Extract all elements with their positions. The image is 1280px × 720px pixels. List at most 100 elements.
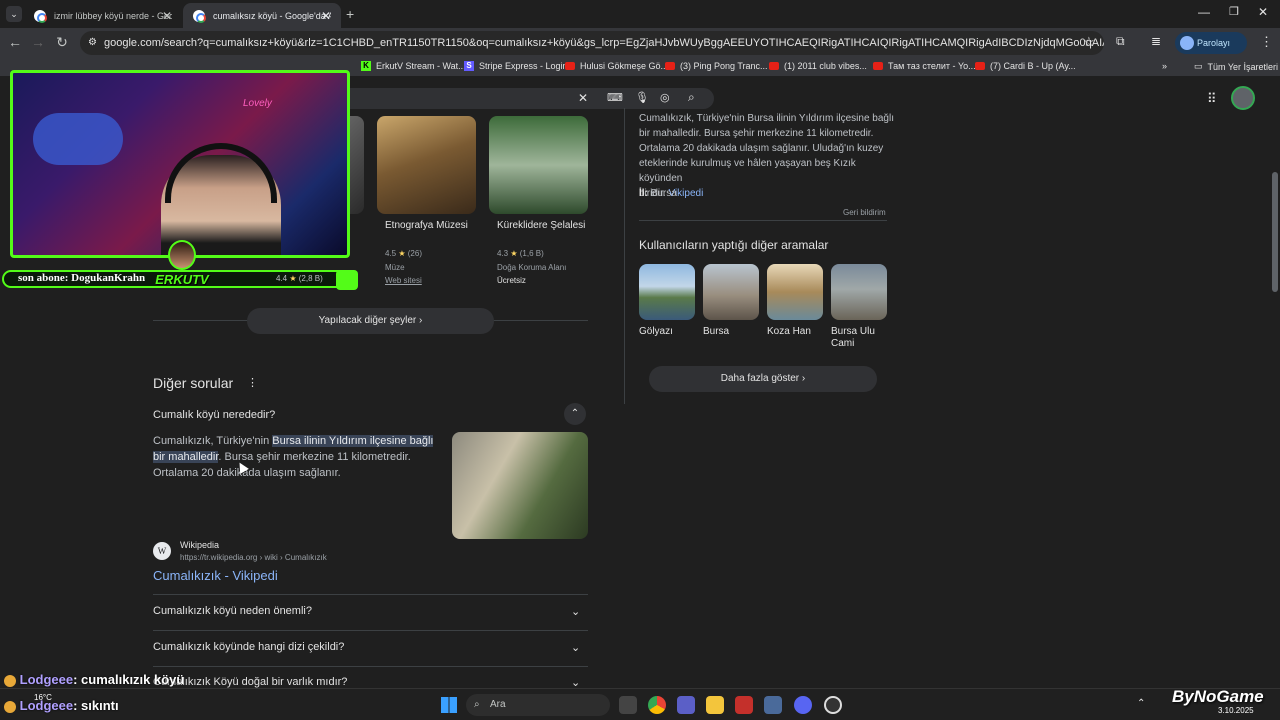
discord-icon[interactable] <box>794 696 812 714</box>
related-label[interactable]: Bursa Ulu Cami <box>831 326 887 350</box>
more-options-icon[interactable]: ⋮ <box>247 376 258 389</box>
windows-taskbar: 16°C ⌕ Ara ⌃ ByNoGame 3.10.2025 <box>0 687 1280 720</box>
tab-title: izmir lübbey köyü nerde - Goog <box>54 10 172 21</box>
source-name: Wikipedia <box>180 540 220 550</box>
place-type: Müze <box>385 263 405 272</box>
task-view-icon[interactable] <box>619 696 637 714</box>
show-more-button[interactable]: Daha fazla göster › <box>649 366 877 392</box>
url-text: google.com/search?q=cumalıksız+köyü&rlz=… <box>104 37 1104 49</box>
divider <box>639 220 887 221</box>
car-app-icon[interactable] <box>764 696 782 714</box>
youtube-icon <box>565 62 575 70</box>
menu-icon[interactable]: ⋮ <box>1260 34 1273 50</box>
chevron-right-icon: › <box>801 373 806 384</box>
clock-date[interactable]: 3.10.2025 <box>1218 706 1254 715</box>
tab-izmir[interactable]: izmir lübbey köyü nerde - Goog ✕ <box>24 3 182 28</box>
place-image-kureklidere[interactable] <box>489 116 588 214</box>
browser-toolbar: ← → ↻ ⚙ google.com/search?q=cumalıksız+k… <box>0 28 1280 70</box>
bookmark-kick[interactable]: K ErkutV Stream - Wat... <box>361 61 466 71</box>
minimize-button[interactable]: — <box>1198 5 1210 19</box>
forward-button[interactable]: → <box>25 34 51 50</box>
browser-tab-bar: ⌄ izmir lübbey köyü nerde - Goog ✕ cumal… <box>0 0 1280 28</box>
place-name[interactable]: Etnografya Müzesi <box>385 220 468 231</box>
bookmark-star-icon[interactable]: ☆ <box>1083 34 1095 50</box>
feedback-link[interactable]: Geri bildirim <box>843 208 886 217</box>
related-image-koza-han[interactable] <box>767 264 823 320</box>
app-icon[interactable] <box>735 696 753 714</box>
profile-button[interactable]: Parolayı girin <box>1175 32 1247 70</box>
taskbar-search[interactable]: ⌕ Ara <box>466 694 610 716</box>
close-tab-icon[interactable]: ✕ <box>321 9 331 23</box>
source-title-link[interactable]: Cumalıkızık - Vikipedi <box>153 568 278 583</box>
bookmarks-overflow-icon[interactable]: » <box>1162 61 1167 71</box>
kp-province: İl: Bursa <box>639 188 677 199</box>
place-image-etnografya[interactable] <box>377 116 476 214</box>
paa-answer-image[interactable] <box>452 432 588 539</box>
close-tab-icon[interactable]: ✕ <box>162 9 172 23</box>
tray-overflow-icon[interactable]: ⌃ <box>1137 698 1145 709</box>
account-avatar[interactable] <box>1231 86 1255 110</box>
bookmark-stripe[interactable]: S Stripe Express - Login <box>464 61 568 71</box>
related-label[interactable]: Koza Han <box>767 326 811 337</box>
google-favicon-icon <box>34 9 47 23</box>
address-bar[interactable]: ⚙ google.com/search?q=cumalıksız+köyü&rl… <box>80 31 1104 55</box>
bookmark-item[interactable]: (3) Ping Pong Tranc... <box>665 61 768 71</box>
teams-icon[interactable] <box>677 696 695 714</box>
chevron-right-icon: › <box>419 315 423 326</box>
erkutv-logo: ERKUTV <box>152 238 212 294</box>
bookmark-item[interactable]: Там таз стелит - Yo... <box>873 61 976 71</box>
new-tab-button[interactable]: + <box>346 6 354 22</box>
close-window-button[interactable]: ✕ <box>1258 5 1268 19</box>
source-url: https://tr.wikipedia.org › wiki › Cumalı… <box>180 553 327 562</box>
clear-search-icon[interactable]: ✕ <box>578 91 588 105</box>
extensions-icon[interactable]: ⧉ <box>1116 34 1125 49</box>
related-image-ulu-cami[interactable] <box>831 264 887 320</box>
sub-text: son abone: DogukanKrahn <box>18 272 146 284</box>
chat-badge-icon <box>4 674 16 687</box>
tab-search-icon[interactable]: ⌄ <box>6 6 22 22</box>
bynogame-watermark: ByNoGame <box>1172 687 1264 706</box>
reading-list-icon[interactable]: ≣ <box>1151 34 1161 48</box>
bookmark-item[interactable]: (1) 2011 club vibes... <box>769 61 867 71</box>
search-box[interactable] <box>340 88 714 109</box>
apps-grid-icon[interactable]: ⠿ <box>1207 91 1217 107</box>
more-things-button[interactable]: Yapılacak diğer şeyler › <box>247 308 494 334</box>
bookmark-item[interactable]: (7) Cardi B - Up (Ay... <box>975 61 1076 71</box>
tab-cumaliksiz[interactable]: cumalıksız köyü - Google'da Ar ✕ <box>183 3 341 28</box>
restore-button[interactable]: ❐ <box>1229 5 1239 18</box>
place-name[interactable]: Kürekli­dere Şelalesi <box>497 220 585 231</box>
place-website-link[interactable]: Web sitesi <box>385 276 422 285</box>
headphones-icon <box>165 143 277 203</box>
paa-question[interactable]: Cumalıkızık köyü neden önemli? <box>153 605 312 617</box>
related-image-bursa[interactable] <box>703 264 759 320</box>
youtube-icon <box>873 62 883 70</box>
chevron-down-icon[interactable]: ⌄ <box>571 605 580 618</box>
search-icon[interactable]: ⌕ <box>688 90 695 105</box>
paa-question[interactable]: Cumalık köyü nerededir? <box>153 409 275 421</box>
obs-icon[interactable] <box>824 696 842 714</box>
avatar-icon <box>1180 36 1194 50</box>
gamepad-icon <box>33 113 123 165</box>
logo-text: ERKUTV <box>155 272 209 287</box>
chat-badge-icon <box>4 700 16 713</box>
lens-icon[interactable]: ◎ <box>660 91 670 104</box>
youtube-icon <box>975 62 985 70</box>
place-rating: 4.3 ★ (1,6 B) <box>497 249 544 258</box>
place-rating: 4.5 ★ (26) <box>385 249 422 258</box>
reload-button[interactable]: ↻ <box>49 34 75 51</box>
paa-question[interactable]: Cumalıkızık köyünde hangi dizi çekildi? <box>153 641 344 653</box>
site-info-icon[interactable]: ⚙ <box>88 31 97 55</box>
windows-start-icon[interactable] <box>441 697 457 713</box>
related-image-golyazi[interactable] <box>639 264 695 320</box>
chevron-up-icon[interactable]: ⌃ <box>564 403 586 425</box>
chevron-down-icon[interactable]: ⌄ <box>571 641 580 654</box>
file-explorer-icon[interactable] <box>706 696 724 714</box>
chrome-icon[interactable] <box>648 696 666 714</box>
bookmark-item[interactable]: Hulusi Gökmeşe Gö... <box>565 61 668 71</box>
related-label[interactable]: Bursa <box>703 326 729 337</box>
all-bookmarks-folder[interactable]: ▭ Tüm Yer İşaretleri <box>1194 61 1278 72</box>
mic-icon[interactable]: 🎙 <box>635 91 649 104</box>
keyboard-icon[interactable]: ⌨ <box>607 91 623 104</box>
page-scrollbar[interactable] <box>1272 172 1278 292</box>
related-label[interactable]: Gölyazı <box>639 326 673 337</box>
